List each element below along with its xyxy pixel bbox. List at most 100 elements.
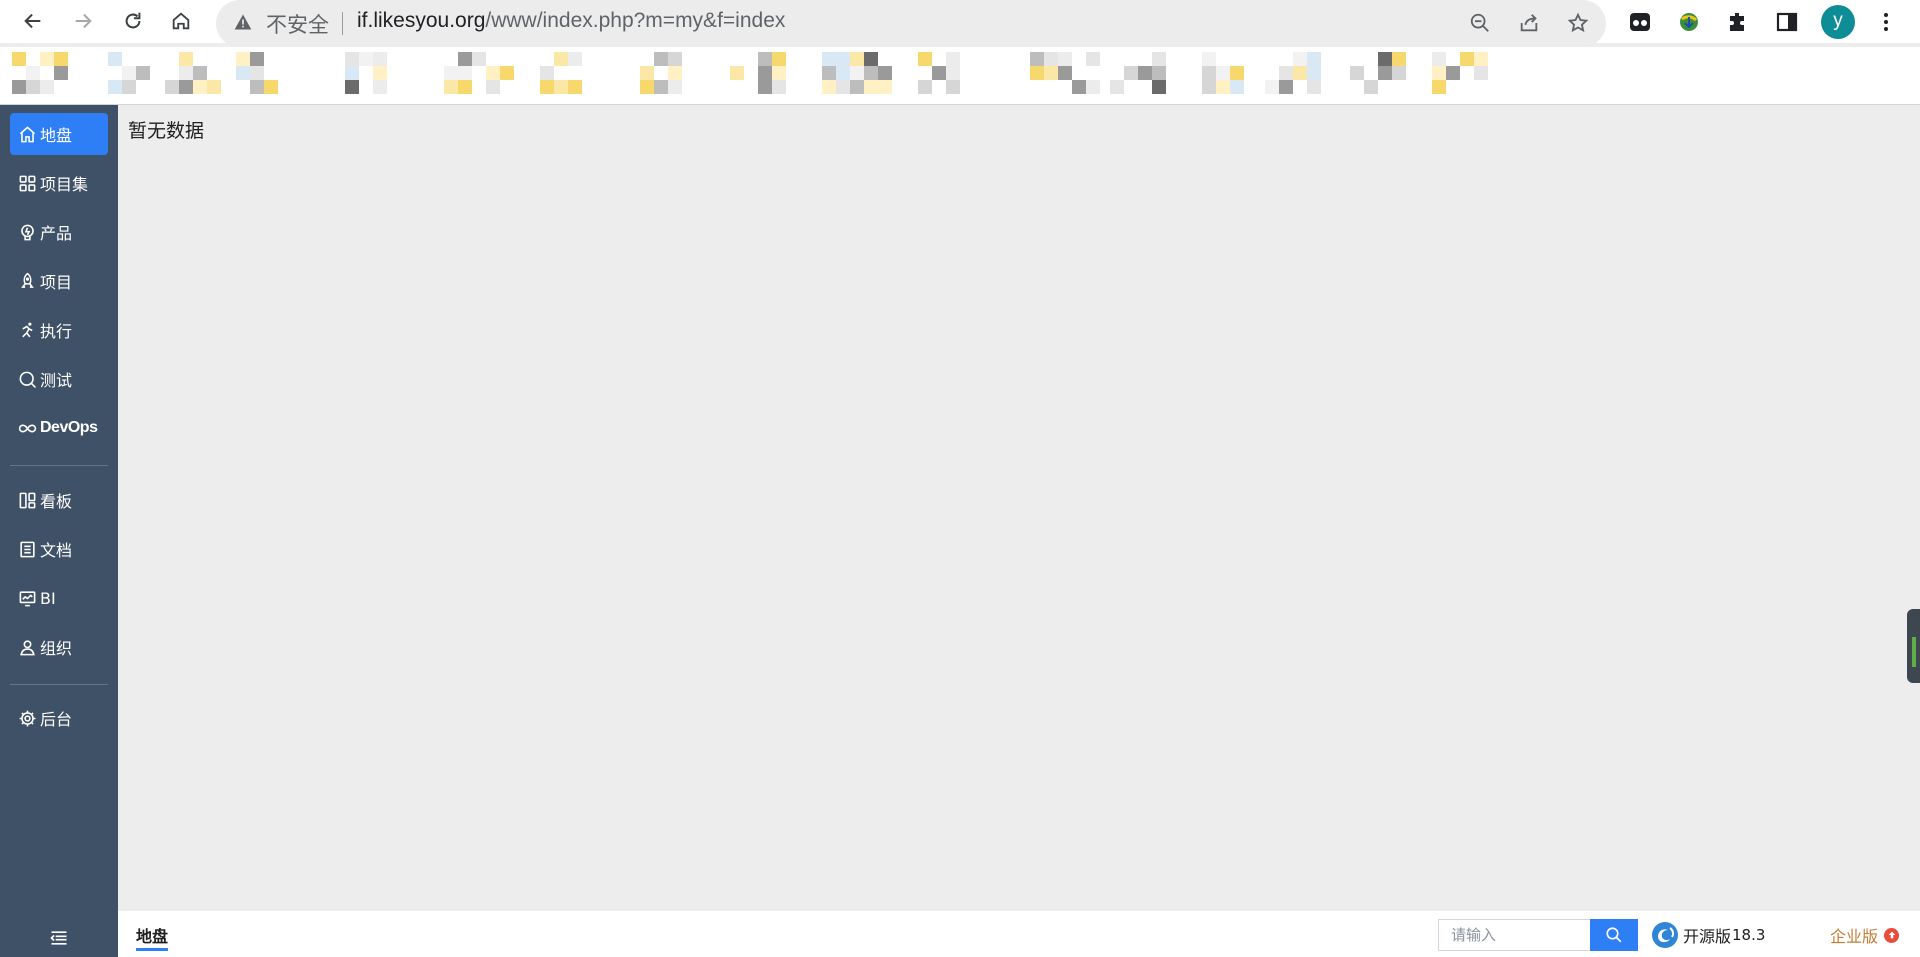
sidebar-item-execution[interactable]: 执行 [10,309,108,351]
omnibox-separator [342,12,343,35]
redacted-bookmark-pixel [1432,66,1446,80]
redacted-bookmark-pixel [540,80,554,94]
sidebar-item-program[interactable]: 项目集 [10,162,108,204]
handle-indicator [1912,637,1916,667]
redacted-bookmark-pixel [373,52,387,66]
reload-icon[interactable] [116,4,150,38]
redacted-bookmark-pixel [668,66,682,80]
side-panel-icon[interactable] [1771,6,1803,38]
collapse-menu-icon[interactable] [47,926,71,950]
redacted-bookmark-pixel [236,52,250,66]
redacted-bookmark-pixel [1110,80,1124,94]
redacted-bookmark-pixel [54,52,68,66]
share-icon[interactable] [1515,9,1543,37]
redacted-bookmark-pixel [458,80,472,94]
redacted-bookmark-pixel [1392,66,1406,80]
redacted-bookmark-pixel [179,80,193,94]
back-icon[interactable] [16,4,50,38]
sidebar-item-testing[interactable]: 测试 [10,358,108,400]
redacted-bookmark-pixel [26,66,40,80]
redacted-bookmark-pixel [1307,80,1321,94]
redacted-bookmark-pixel [1086,80,1100,94]
sidebar-divider [10,684,108,685]
sidebar-item-label: BI [40,588,56,608]
redacted-bookmark-pixel [458,52,472,66]
redacted-bookmark-pixel [640,66,654,80]
grid-icon [17,173,37,193]
sidebar-item-bi[interactable]: BI [10,577,108,619]
zoom-out-icon[interactable] [1466,9,1494,37]
redacted-bookmark-pixel [373,66,387,80]
sidebar-item-label: 项目 [40,273,73,292]
sidebar-item-label: 组织 [40,639,73,658]
redacted-bookmark-pixel [864,52,878,66]
warning-icon[interactable] [232,11,254,33]
redacted-bookmark-pixel [1279,80,1293,94]
redacted-bookmark-pixel [345,66,359,80]
redacted-bookmark-pixel [1152,52,1166,66]
redacted-bookmark-pixel [568,52,582,66]
redacted-bookmark-pixel [1086,52,1100,66]
url-text[interactable]: if.likesyou.org/www/index.php?m=my&f=ind… [357,9,785,33]
redacted-bookmark-pixel [668,52,682,66]
empty-state-text: 暂无数据 [128,120,205,142]
sidebar-item-kanban[interactable]: 看板 [10,479,108,521]
puzzle-icon[interactable] [1722,6,1754,38]
insecure-label[interactable]: 不安全 [266,9,329,39]
sidebar-item-label: 测试 [40,371,73,390]
floating-side-handle[interactable] [1907,609,1920,683]
footer-tab-indicator [136,948,168,951]
sidebar-item-project[interactable]: 项目 [10,260,108,302]
redacted-bookmark-pixel [193,80,207,94]
redacted-bookmark-pixel [250,66,264,80]
search-icon [1605,926,1623,944]
more-icon[interactable] [1870,6,1902,38]
redacted-bookmark-pixel [730,66,744,80]
download-manager-icon[interactable] [1673,6,1705,38]
home-icon[interactable] [164,4,198,38]
search-button[interactable] [1590,919,1638,951]
sidebar-item-admin[interactable]: 后台 [10,697,108,739]
brand-edition[interactable]: 开源版 18.3 [1651,920,1765,950]
brand-version: 18.3 [1732,926,1766,944]
redacted-bookmark-pixel [864,80,878,94]
home-icon [17,124,37,144]
redacted-bookmark-pixel [758,80,772,94]
redacted-bookmark-pixel [500,66,514,80]
extension-icon[interactable] [1624,6,1656,38]
redacted-bookmark-pixel [758,66,772,80]
redacted-bookmark-pixel [554,80,568,94]
enterprise-upgrade-link[interactable]: 企业版 [1830,923,1900,947]
sidebar-item-devops[interactable]: DevOps [10,407,108,449]
forward-icon[interactable] [66,4,100,38]
sidebar-item-product[interactable]: 产品 [10,211,108,253]
redacted-bookmark-pixel [1293,52,1307,66]
sidebar-item-label: 看板 [40,492,73,511]
redacted-bookmark-pixel [1124,66,1138,80]
redacted-bookmark-pixel [359,52,373,66]
sidebar-item-organization[interactable]: 组织 [10,626,108,668]
redacted-bookmark-pixel [1460,52,1474,66]
redacted-bookmark-pixel [850,66,864,80]
sidebar-item-label: 文档 [40,541,73,560]
redacted-bookmark-pixel [640,80,654,94]
redacted-bookmark-pixel [444,80,458,94]
redacted-bookmark-pixel [654,52,668,66]
sidebar-item-dashboard[interactable]: 地盘 [10,113,108,155]
bookmark-star-icon[interactable] [1564,9,1592,37]
search-input[interactable] [1438,919,1590,951]
sidebar-item-docs[interactable]: 文档 [10,528,108,570]
redacted-bookmark-pixel [486,80,500,94]
redacted-bookmark-pixel [193,66,207,80]
redacted-bookmark-pixel [1474,66,1488,80]
profile-avatar[interactable]: y [1821,5,1855,39]
redacted-bookmark-pixel [946,66,960,80]
redacted-bookmark-pixel [207,80,221,94]
redacted-bookmark-pixel [1216,80,1230,94]
footer-tab-dashboard[interactable]: 地盘 [136,923,168,947]
redacted-bookmark-pixel [1202,52,1216,66]
redacted-bookmark-pixel [1138,66,1152,80]
redacted-bookmark-pixel [1072,80,1086,94]
footer-bar: 地盘 开源版 18.3 企业版 [118,911,1920,957]
redacted-bookmark-pixel [179,52,193,66]
